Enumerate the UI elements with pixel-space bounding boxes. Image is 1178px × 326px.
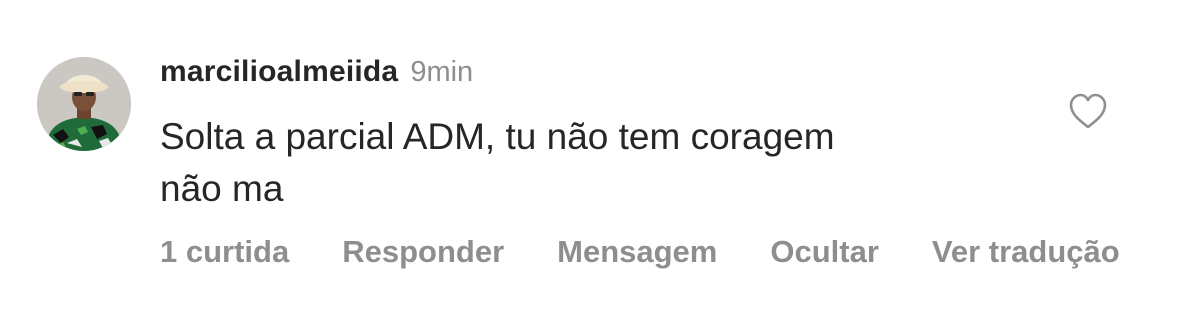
see-translation-button[interactable]: Ver tradução xyxy=(932,234,1120,270)
username[interactable]: marcilioalmeiida xyxy=(160,55,398,89)
comment-actions: 1 curtida Responder Mensagem Ocultar Ver… xyxy=(160,228,1178,276)
user-avatar-photo-icon xyxy=(37,57,131,151)
comment-timestamp: 9min xyxy=(410,56,474,88)
like-button[interactable] xyxy=(1068,92,1108,130)
reply-button[interactable]: Responder xyxy=(342,234,504,270)
message-button[interactable]: Mensagem xyxy=(557,234,717,270)
comment-header: marcilioalmeiida 9min xyxy=(160,55,473,95)
likes-count-button[interactable]: 1 curtida xyxy=(160,234,289,270)
comment-text: Solta a parcial ADM, tu não tem coragem … xyxy=(160,116,835,209)
heart-outline-icon xyxy=(1069,93,1107,129)
avatar[interactable] xyxy=(37,57,131,151)
hide-button[interactable]: Ocultar xyxy=(770,234,879,270)
comment-item: marcilioalmeiida 9min Solta a parcial AD… xyxy=(0,0,1178,326)
